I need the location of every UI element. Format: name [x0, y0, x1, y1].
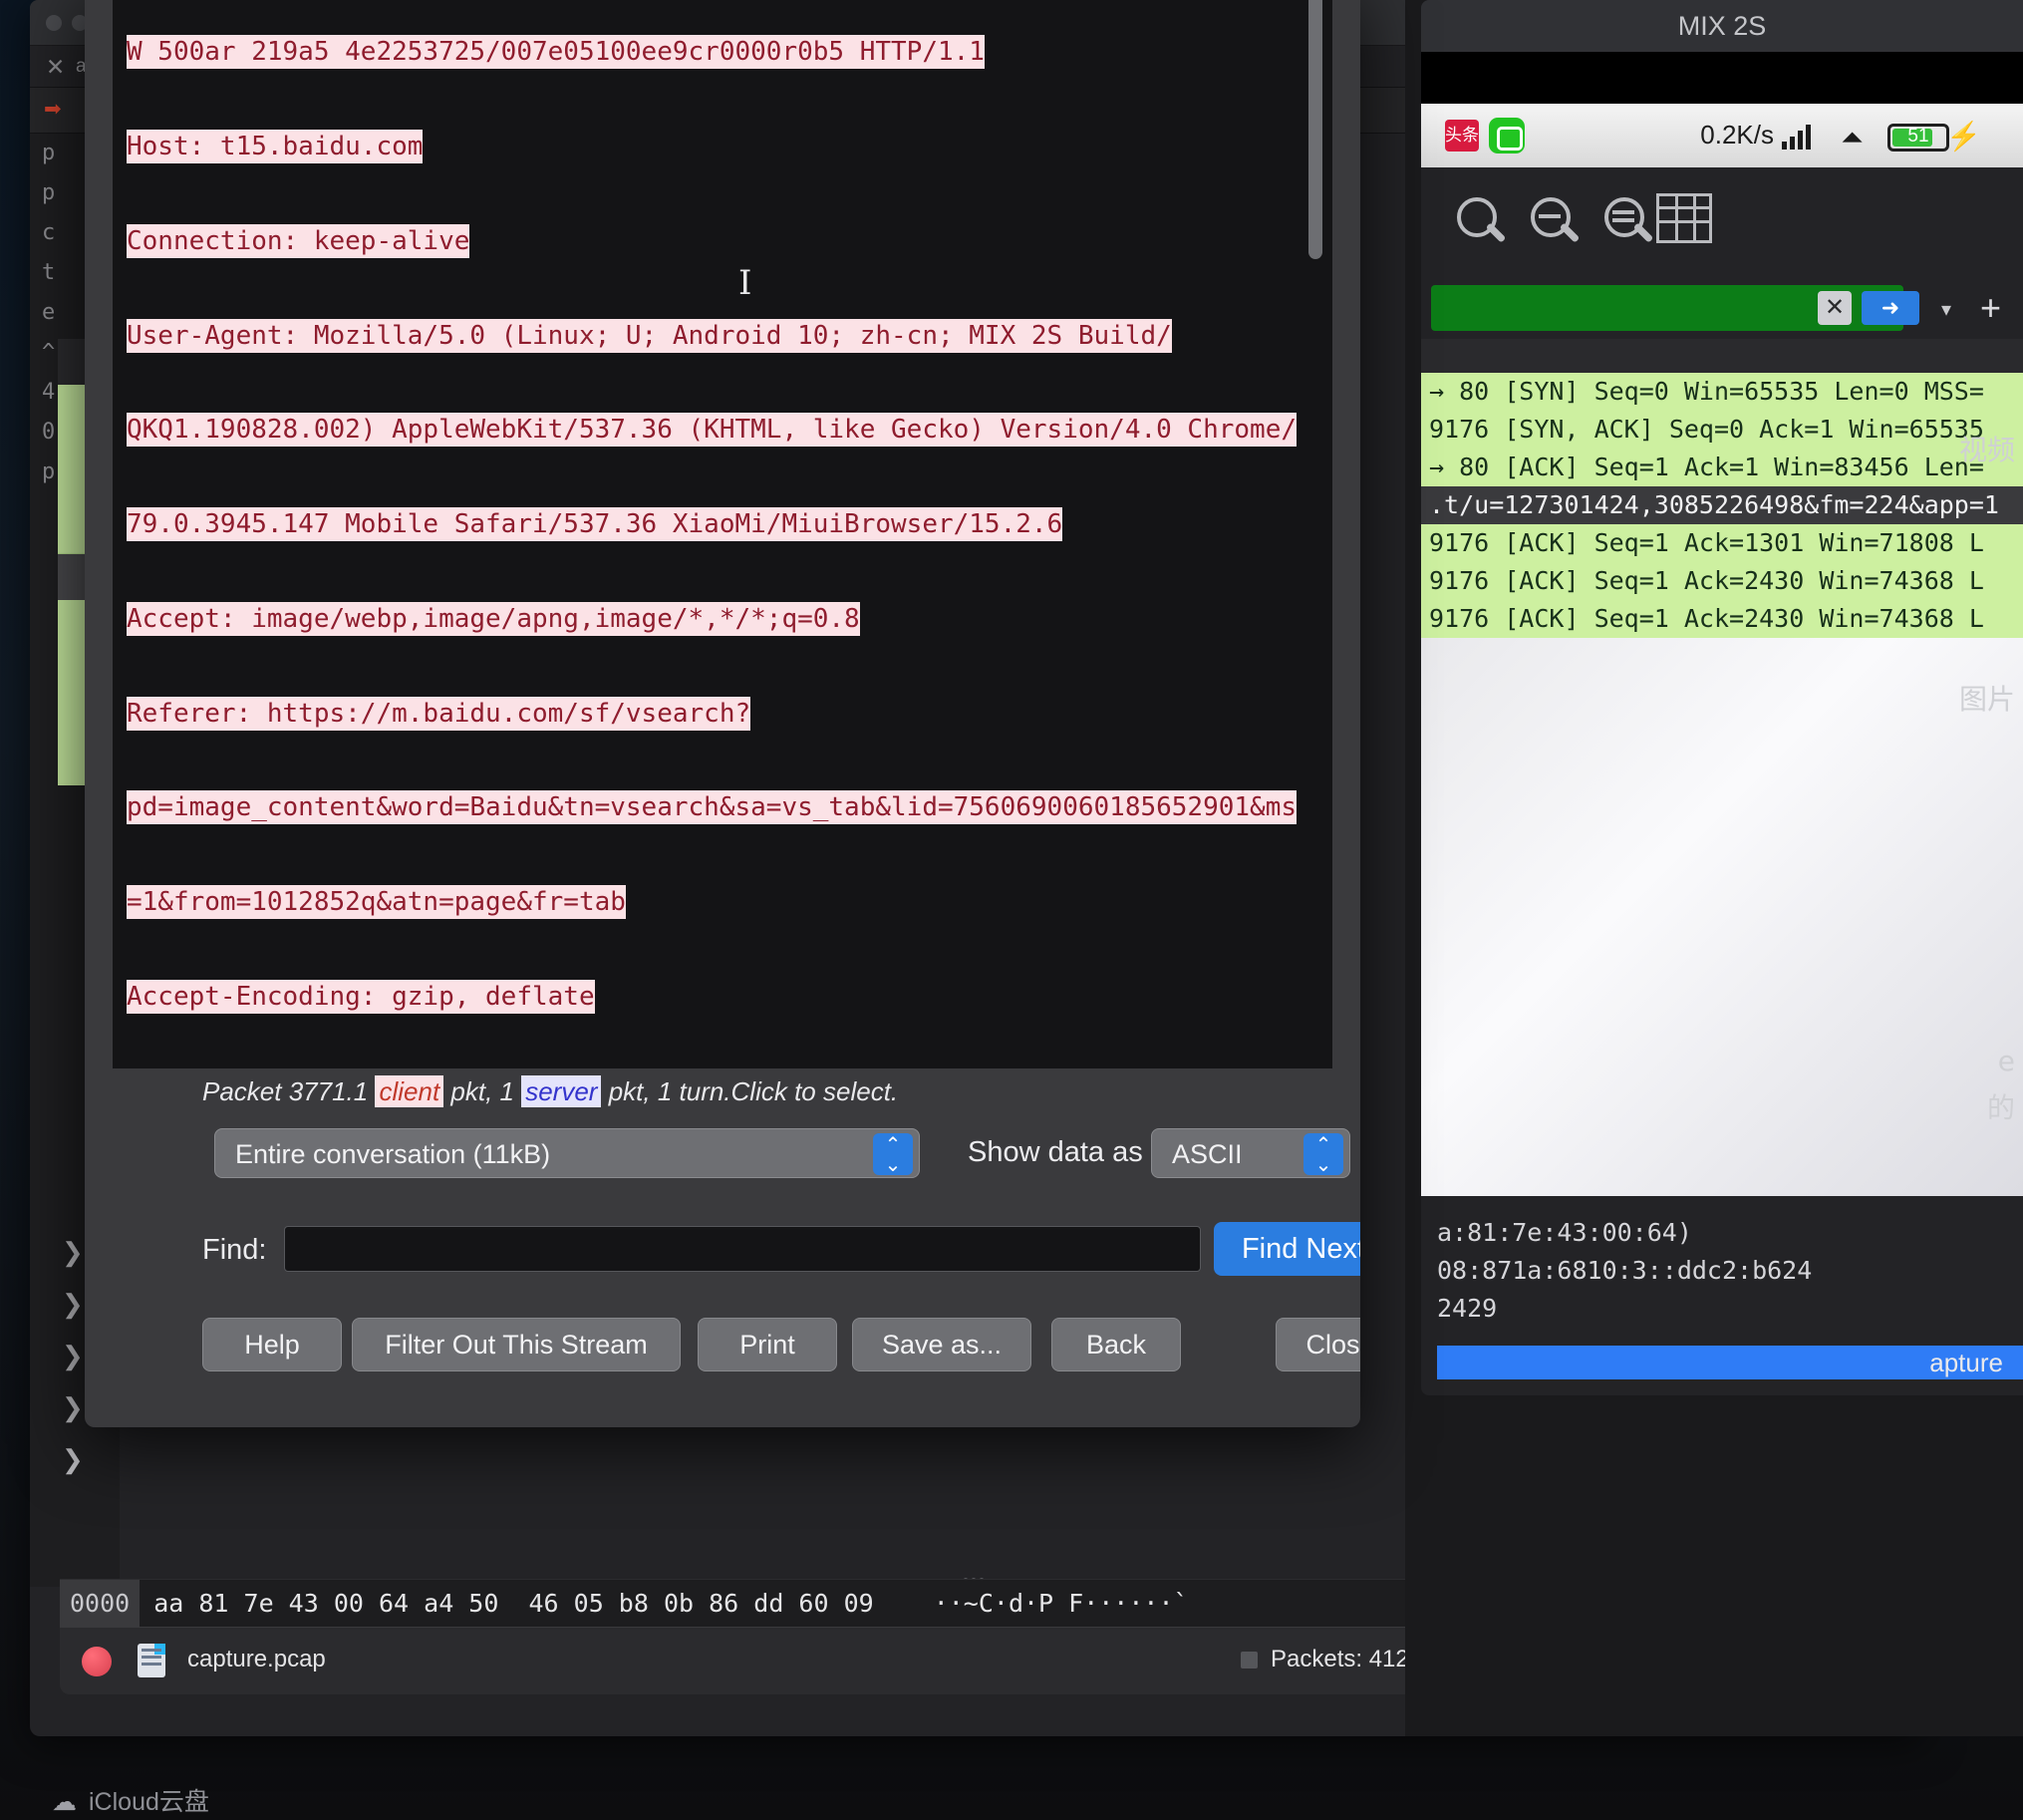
wifi-icon: ⏶	[1841, 122, 1864, 152]
icloud-label[interactable]: ☁ iCloud云盘	[52, 1782, 209, 1818]
icloud-text: iCloud云盘	[89, 1788, 209, 1816]
packet-row[interactable]: 9176 [ACK] Seq=1 Ack=2430 Win=74368 L	[1421, 562, 2023, 600]
battery-percent: 51	[1907, 126, 1929, 147]
stream-line: Referer: https://m.baidu.com/sf/vsearch?	[127, 696, 751, 731]
filter-out-stream-button[interactable]: Filter Out This Stream	[352, 1318, 681, 1371]
pane-resize-handle[interactable]	[962, 1569, 992, 1582]
stream-line: pd=image_content&word=Baidu&tn=vsearch&s…	[127, 790, 1297, 825]
columns-icon[interactable]	[1656, 193, 1712, 243]
toutiao-app-icon: 头条	[1445, 120, 1479, 152]
data-format-select[interactable]: ASCII ⌃ ⌄	[1151, 1128, 1350, 1178]
capture-file-icon	[138, 1644, 165, 1677]
side-label-de: 的	[1986, 1091, 2015, 1124]
clear-filter-icon[interactable]: ✕	[1818, 291, 1852, 325]
save-as-button[interactable]: Save as...	[852, 1318, 1031, 1371]
stream-line: Accept-Encoding: gzip, deflate	[127, 980, 595, 1014]
server-badge: server	[521, 1075, 602, 1107]
signal-bars-icon	[1782, 124, 1816, 150]
packet-note: Packet 3771.1 client pkt, 1 server pkt, …	[202, 1075, 899, 1107]
stepper-icon[interactable]: ⌃ ⌄	[1303, 1133, 1343, 1175]
packet-note-prefix: Packet 3771.1	[202, 1076, 376, 1106]
print-button[interactable]: Print	[698, 1318, 837, 1371]
chevron-right-icon[interactable]: ❯	[62, 1433, 122, 1485]
client-badge: client	[375, 1075, 444, 1107]
capture-status-icon[interactable]	[82, 1647, 112, 1676]
phone-image-preview	[1421, 638, 2023, 1196]
stream-scrollbar[interactable]	[1308, 0, 1322, 259]
capture-label: apture	[1929, 1348, 2003, 1377]
close-icon[interactable]: ✕	[46, 46, 65, 88]
screen-root: ✕ ad ➡ t p p c t e ^ 4 0 p No.	[0, 0, 2023, 1820]
text-cursor-icon: I	[738, 263, 752, 303]
conversation-select[interactable]: Entire conversation (11kB) ⌃ ⌄	[214, 1128, 920, 1178]
hex-ascii: ··~C·d·P F······`	[933, 1589, 1189, 1618]
stream-line: Host: t15.baidu.com	[127, 129, 424, 163]
stream-line: W 500ar 219a5 4e2253725/007e05100ee9cr00…	[127, 35, 985, 70]
stepper-icon[interactable]: ⌃ ⌄	[873, 1133, 913, 1175]
packet-row[interactable]: → 80 [ACK] Seq=1 Ack=1 Win=83456 Len=	[1421, 449, 2023, 486]
packet-note-mid: pkt, 1	[443, 1076, 522, 1106]
stream-line: Connection: keep-alive	[127, 223, 470, 258]
back-button[interactable]: Back	[1051, 1318, 1181, 1371]
detail-line: a:81:7e:43:00:64)	[1437, 1218, 1692, 1247]
stream-line: 79.0.3945.147 Mobile Safari/537.36 XiaoM…	[127, 507, 1063, 542]
packet-row[interactable]: 9176 [ACK] Seq=1 Ack=2430 Win=74368 L	[1421, 600, 2023, 638]
phone-packet-list-header[interactable]	[1421, 339, 2023, 373]
data-format-value: ASCII	[1172, 1139, 1243, 1169]
packet-note-suffix: pkt, 1 turn.Click to select.	[601, 1076, 899, 1106]
charging-bolt-icon: ⚡	[1946, 121, 1981, 152]
phone-mirror-window: MIX 2S 头条 0.2K/s ⏶ 51 ⚡ ✕ ➜ ▾ + → 80 [SY…	[1421, 0, 2023, 1395]
packet-row[interactable]: .t/u=127301424,3085226498&fm=224&app=1	[1421, 486, 2023, 524]
stream-line: =1&from=1012852q&atn=page&fr=tab	[127, 885, 626, 920]
phone-wireshark-toolbar	[1421, 167, 2023, 277]
stream-line: QKQ1.190828.002) AppleWebKit/537.36 (KHT…	[127, 413, 1297, 448]
show-data-as-label: Show data as	[968, 1136, 1143, 1168]
close-button[interactable]: Close	[1276, 1318, 1360, 1371]
stream-text[interactable]: W 500ar 219a5 4e2253725/007e05100ee9cr00…	[127, 0, 1297, 1068]
close-window-button[interactable]	[46, 15, 62, 31]
conversation-select-value: Entire conversation (11kB)	[235, 1139, 551, 1169]
hex-bytes: aa 81 7e 43 00 64 a4 50 46 05 b8 0b 86 d…	[153, 1589, 874, 1618]
zoom-reset-icon[interactable]	[1598, 193, 1656, 251]
phone-window-title: MIX 2S	[1421, 0, 2023, 52]
packet-row[interactable]: 9176 [SYN, ACK] Seq=0 Ack=1 Win=65535	[1421, 411, 2023, 449]
arrow-right-icon: ➡	[44, 98, 62, 121]
capture-filename: capture.pcap	[187, 1646, 326, 1672]
find-input[interactable]	[284, 1226, 1201, 1272]
network-speed-label: 0.2K/s	[1700, 120, 1774, 150]
stream-line: Accept: image/webp,image/apng,image/*,*/…	[127, 601, 860, 636]
cloud-icon: ☁	[52, 1788, 77, 1816]
phone-detail-lines: a:81:7e:43:00:64) 08:871a:6810:3::ddc2:b…	[1437, 1214, 2023, 1328]
packet-row[interactable]: → 80 [SYN] Seq=0 Win=65535 Len=0 MSS=	[1421, 373, 2023, 411]
detail-line: 2429	[1437, 1294, 1498, 1323]
find-next-button[interactable]: Find Next	[1214, 1222, 1360, 1276]
chevron-down-icon[interactable]: ▾	[1941, 297, 1951, 322]
help-button[interactable]: Help	[202, 1318, 342, 1371]
zoom-in-icon[interactable]	[1451, 193, 1509, 251]
stream-line: User-Agent: Mozilla/5.0 (Linux; U; Andro…	[127, 318, 1172, 353]
packets-indicator-icon	[1241, 1652, 1258, 1668]
follow-tcp-stream-dialog: W 500ar 219a5 4e2253725/007e05100ee9cr00…	[85, 0, 1360, 1427]
packet-row[interactable]: 9176 [ACK] Seq=1 Ack=1301 Win=71808 L	[1421, 524, 2023, 562]
find-label: Find:	[202, 1234, 267, 1266]
side-label-video[interactable]: 视频	[1959, 429, 2015, 468]
side-label-image[interactable]: 图片	[1959, 678, 2015, 718]
stream-content-area[interactable]: W 500ar 219a5 4e2253725/007e05100ee9cr00…	[113, 0, 1332, 1068]
wechat-app-icon	[1489, 118, 1525, 153]
battery-icon: 51	[1887, 124, 1949, 152]
add-filter-button[interactable]: +	[1980, 287, 2001, 329]
image-placeholder	[1421, 638, 2023, 1196]
zoom-out-icon[interactable]	[1525, 193, 1583, 251]
detail-line: 08:871a:6810:3::ddc2:b624	[1437, 1256, 1813, 1285]
phone-display-filter-row[interactable]: ✕ ➜ ▾ +	[1421, 277, 2023, 339]
phone-status-bar: 头条 0.2K/s ⏶ 51 ⚡	[1421, 104, 2023, 167]
side-label-e: e	[1997, 1045, 2015, 1077]
right-panel: MIX 2S 头条 0.2K/s ⏶ 51 ⚡ ✕ ➜ ▾ + → 80 [SY…	[1405, 0, 2023, 1736]
phone-black-bar	[1421, 52, 2023, 104]
hex-offset: 0000	[60, 1580, 141, 1627]
apply-filter-icon[interactable]: ➜	[1862, 291, 1919, 325]
